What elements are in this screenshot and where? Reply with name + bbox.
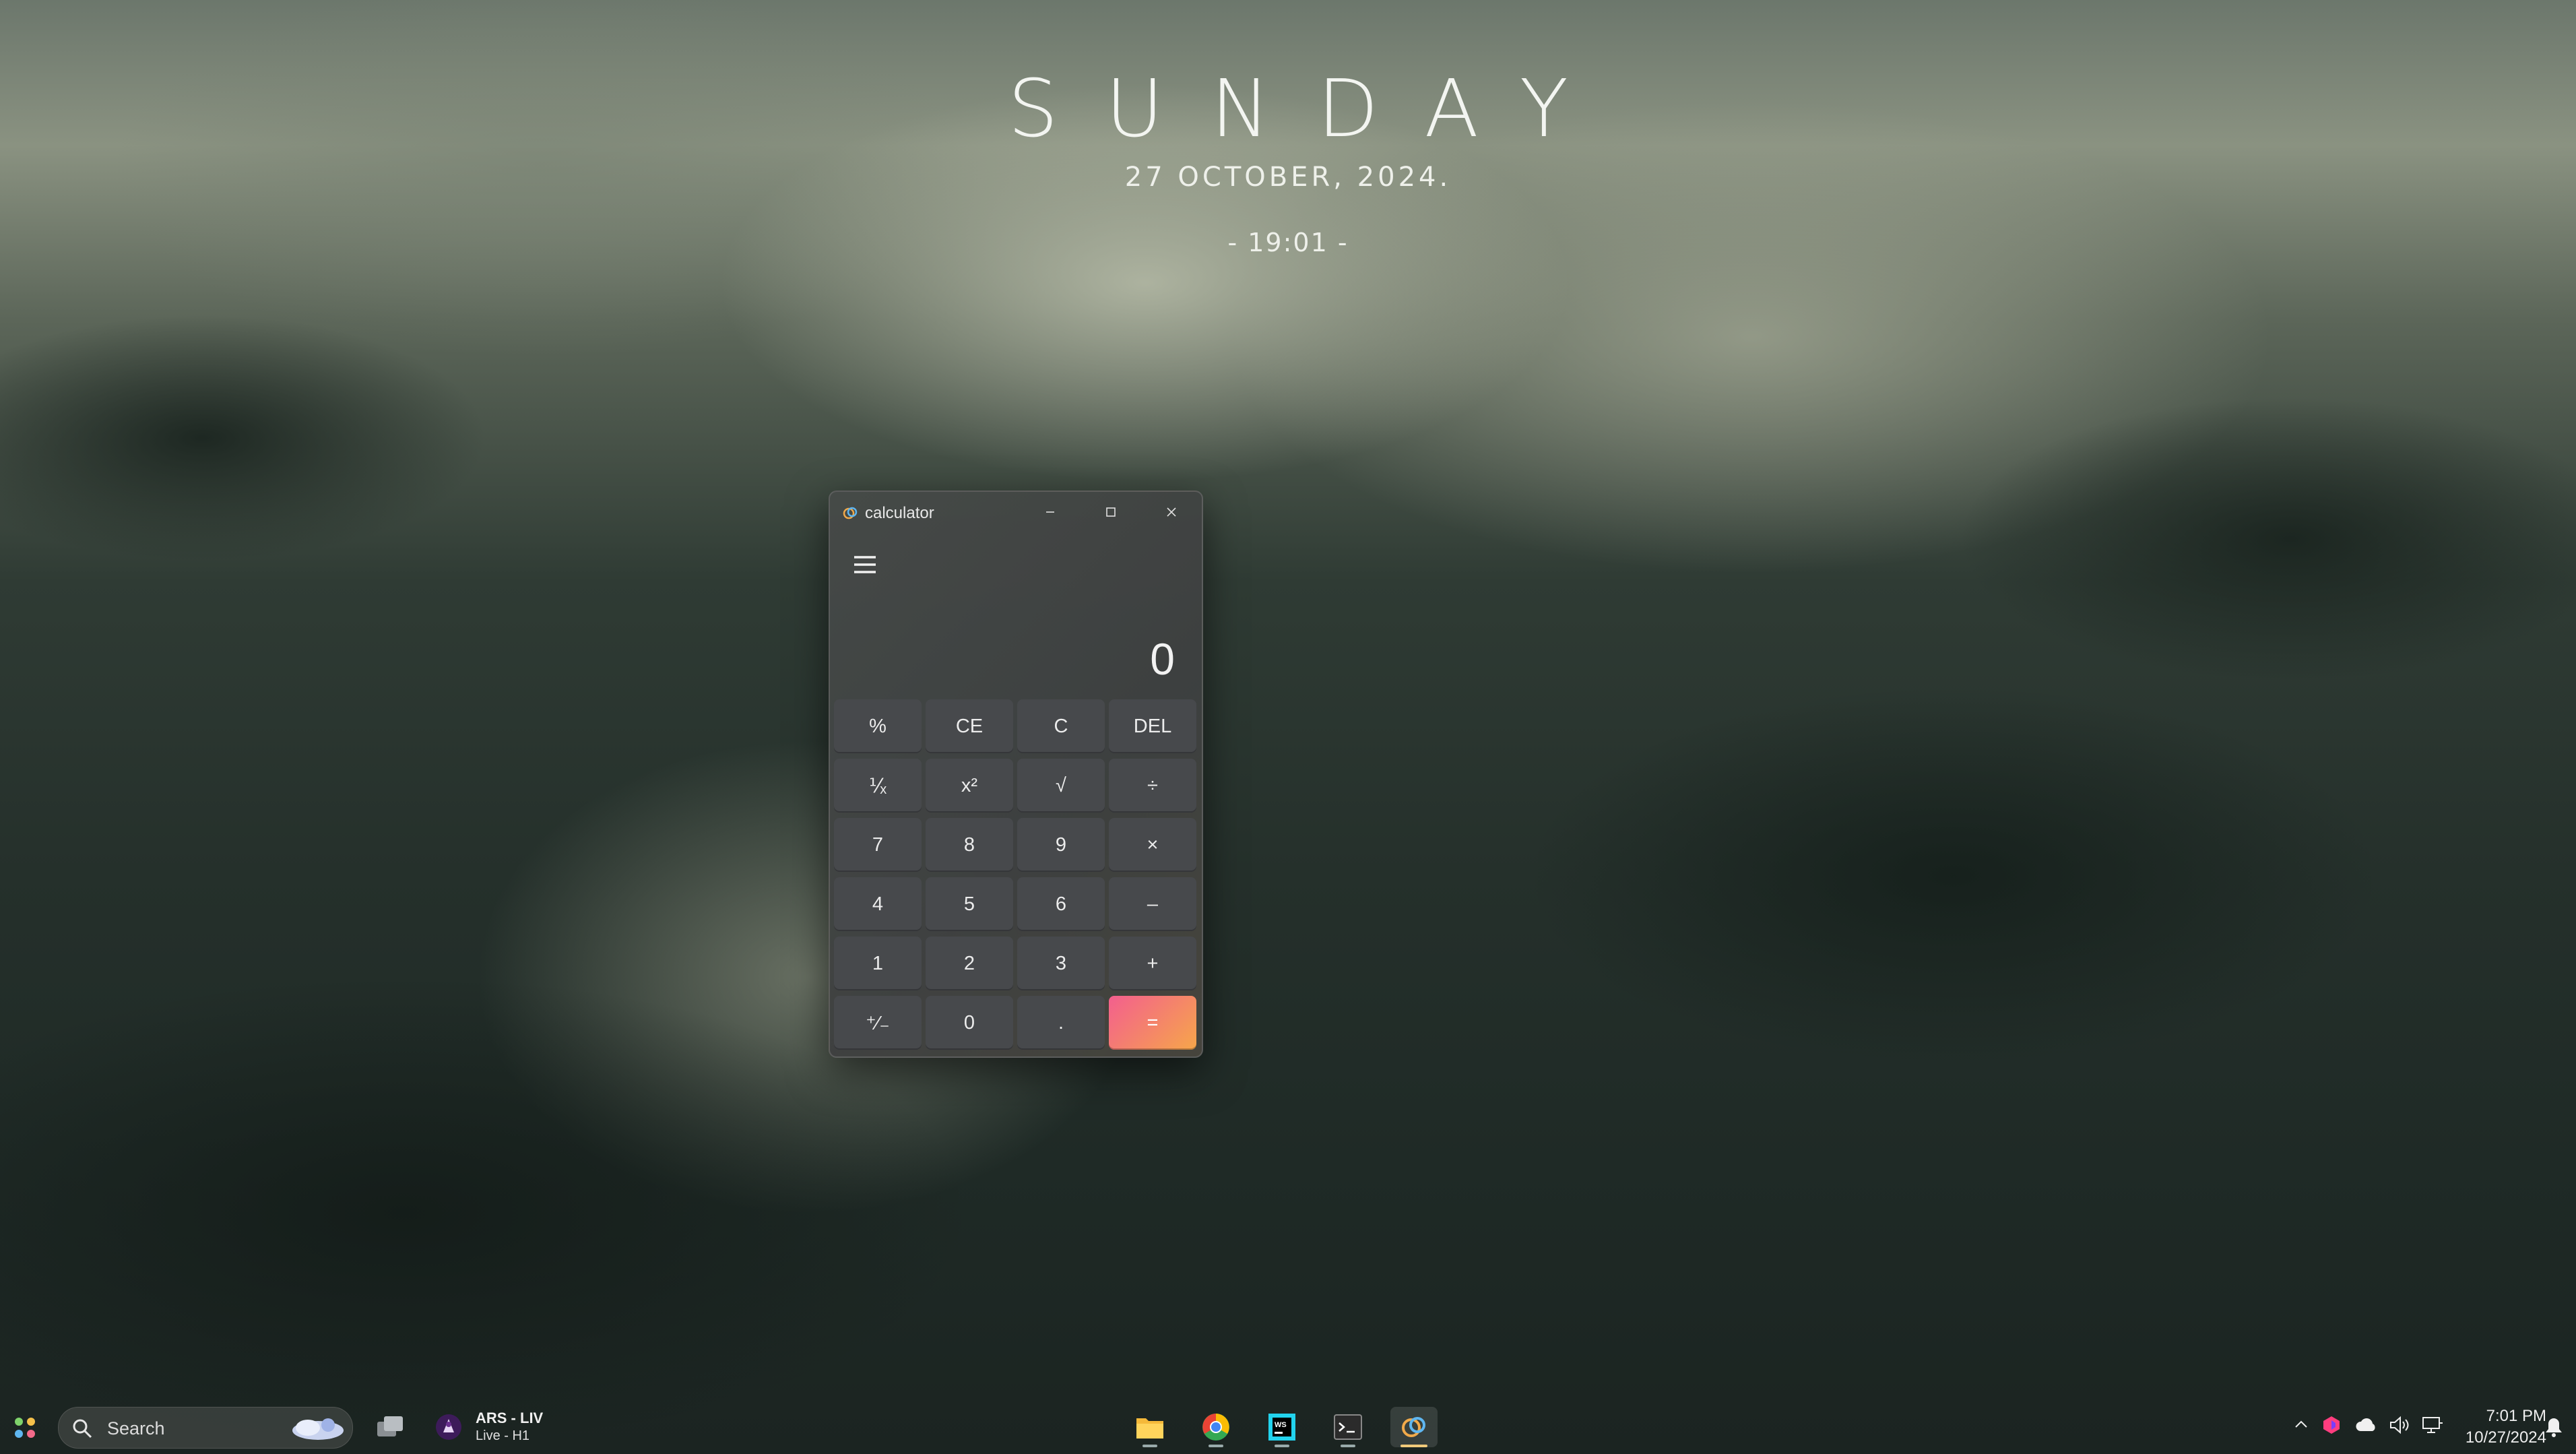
show-hidden-icons-button[interactable] bbox=[2292, 1415, 2311, 1437]
running-indicator bbox=[1341, 1445, 1355, 1447]
desktop-time: - 19:01 - bbox=[1227, 228, 1349, 257]
calculator-window: calculator 0 % CE C DEL ⅟ₓ x² √ ÷ 7 8 9 … bbox=[829, 491, 1203, 1058]
key-equals[interactable]: = bbox=[1109, 996, 1196, 1050]
key-clear-entry[interactable]: CE bbox=[926, 699, 1013, 753]
key-divide[interactable]: ÷ bbox=[1109, 759, 1196, 813]
speaker-icon bbox=[2390, 1416, 2409, 1434]
key-2[interactable]: 2 bbox=[926, 937, 1013, 990]
terminal-icon bbox=[1334, 1414, 1362, 1440]
webstorm-icon: WS bbox=[1268, 1414, 1295, 1441]
taskbar: Search ARS - LIV Live - H1 WS 7:01 PM 10… bbox=[0, 1400, 2576, 1454]
minimize-button[interactable] bbox=[1020, 492, 1081, 532]
calculator-taskbar-app[interactable] bbox=[1390, 1407, 1438, 1447]
wallpaper bbox=[0, 0, 2576, 1454]
close-button[interactable] bbox=[1141, 492, 1202, 532]
start-button[interactable] bbox=[13, 1416, 36, 1439]
widget-title[interactable]: ARS - LIV bbox=[476, 1410, 543, 1427]
search-box[interactable]: Search bbox=[58, 1407, 353, 1449]
file-explorer-app[interactable] bbox=[1126, 1407, 1173, 1447]
volume-button[interactable] bbox=[2389, 1415, 2412, 1439]
key-clear[interactable]: C bbox=[1017, 699, 1105, 753]
network-icon bbox=[2422, 1417, 2443, 1433]
folder-icon bbox=[1136, 1418, 1163, 1439]
task-view-icon bbox=[377, 1416, 403, 1436]
key-sqrt[interactable]: √ bbox=[1017, 759, 1105, 813]
key-7[interactable]: 7 bbox=[834, 818, 922, 872]
key-add[interactable]: + bbox=[1109, 937, 1196, 990]
key-9[interactable]: 9 bbox=[1017, 818, 1105, 872]
terminal-app[interactable] bbox=[1324, 1407, 1372, 1447]
key-0[interactable]: 0 bbox=[926, 996, 1013, 1050]
desktop-day: SUNDAY bbox=[1008, 62, 1615, 155]
tray-app-icon bbox=[2323, 1416, 2340, 1434]
calculator-display: 0 bbox=[1150, 634, 1175, 684]
key-6[interactable]: 6 bbox=[1017, 877, 1105, 931]
key-3[interactable]: 3 bbox=[1017, 937, 1105, 990]
calculator-app-icon bbox=[842, 505, 858, 521]
calculator-icon bbox=[1402, 1417, 1425, 1437]
running-indicator bbox=[1142, 1445, 1157, 1447]
task-view-button[interactable] bbox=[375, 1414, 407, 1444]
key-square[interactable]: x² bbox=[926, 759, 1013, 813]
chevron-up-icon bbox=[2295, 1420, 2307, 1428]
active-indicator bbox=[1400, 1445, 1427, 1447]
keypad: % CE C DEL ⅟ₓ x² √ ÷ 7 8 9 × 4 5 6 – 1 2… bbox=[834, 699, 1198, 1050]
key-percent[interactable]: % bbox=[834, 699, 922, 753]
search-highlight-icon bbox=[281, 1412, 348, 1447]
running-indicator bbox=[1275, 1445, 1289, 1447]
running-indicator bbox=[1209, 1445, 1223, 1447]
notifications-button[interactable] bbox=[2544, 1416, 2564, 1441]
hamburger-menu-button[interactable] bbox=[845, 544, 885, 585]
key-1[interactable]: 1 bbox=[834, 937, 922, 990]
minimize-icon bbox=[1046, 511, 1054, 513]
key-multiply[interactable]: × bbox=[1109, 818, 1196, 872]
close-icon bbox=[1167, 507, 1176, 517]
search-placeholder: Search bbox=[107, 1418, 165, 1439]
webstorm-app[interactable]: WS bbox=[1258, 1407, 1306, 1447]
key-subtract[interactable]: – bbox=[1109, 877, 1196, 931]
cloud-icon bbox=[2356, 1418, 2375, 1431]
window-title: calculator bbox=[865, 504, 934, 522]
bell-icon bbox=[2546, 1418, 2562, 1437]
key-reciprocal[interactable]: ⅟ₓ bbox=[834, 759, 922, 813]
start-icon bbox=[15, 1418, 35, 1438]
network-button[interactable] bbox=[2421, 1415, 2444, 1439]
taskbar-date[interactable]: 10/27/2024 bbox=[2445, 1428, 2546, 1447]
key-5[interactable]: 5 bbox=[926, 877, 1013, 931]
svg-text:WS: WS bbox=[1275, 1421, 1287, 1429]
title-bar[interactable]: calculator bbox=[830, 492, 1202, 532]
key-8[interactable]: 8 bbox=[926, 818, 1013, 872]
key-4[interactable]: 4 bbox=[834, 877, 922, 931]
widget-subtitle[interactable]: Live - H1 bbox=[476, 1428, 529, 1444]
taskbar-time[interactable]: 7:01 PM bbox=[2445, 1407, 2546, 1426]
maximize-button[interactable] bbox=[1081, 492, 1141, 532]
chrome-icon bbox=[1202, 1414, 1229, 1441]
onedrive-button[interactable] bbox=[2355, 1415, 2378, 1439]
search-icon bbox=[71, 1417, 94, 1443]
chrome-app[interactable] bbox=[1192, 1407, 1239, 1447]
desktop-date: 27 OCTOBER, 2024. bbox=[1124, 162, 1452, 193]
tray-app-button[interactable] bbox=[2321, 1415, 2342, 1439]
key-decimal[interactable]: . bbox=[1017, 996, 1105, 1050]
key-negate[interactable]: ⁺∕₋ bbox=[834, 996, 922, 1050]
key-delete[interactable]: DEL bbox=[1109, 699, 1196, 753]
premier-league-icon[interactable] bbox=[434, 1412, 463, 1445]
maximize-icon bbox=[1106, 507, 1116, 517]
hamburger-icon bbox=[854, 556, 876, 573]
